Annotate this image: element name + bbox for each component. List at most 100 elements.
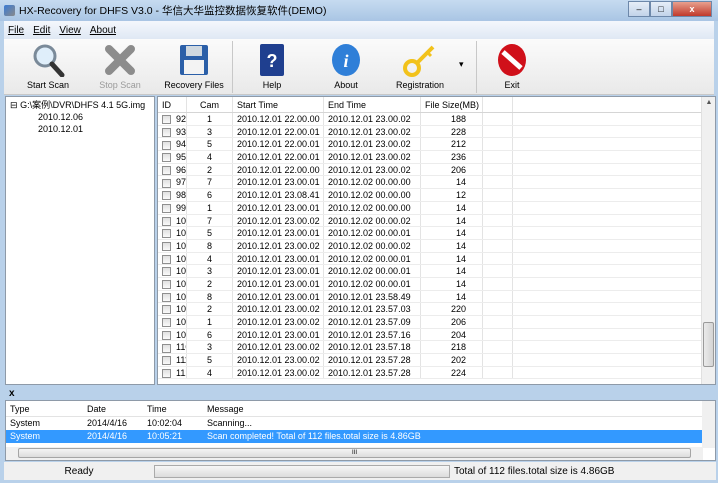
table-row[interactable]: 10812010.12.01 23.00.022010.12.01 23.57.… xyxy=(158,316,715,329)
tree-item[interactable]: 2010.12.01 xyxy=(10,123,150,135)
row-checkbox[interactable] xyxy=(162,178,171,188)
collapse-icon[interactable]: ⊟ xyxy=(10,100,18,110)
row-checkbox[interactable] xyxy=(162,267,171,277)
table-row[interactable]: 97 7 2010.12.01 23.00.01 2010.12.02 00.00.0… xyxy=(158,176,715,190)
log-row[interactable]: System 2014/4/16 10:05:21 Scan completed! T… xyxy=(6,430,703,443)
menu-file[interactable]: File xyxy=(8,25,24,36)
table-row[interactable]: 10432010.12.01 23.00.012010.12.02 00.00.… xyxy=(158,265,715,278)
table-row[interactable]: 96 2 2010.12.01 22.00.00 2010.12.01 23.00.0… xyxy=(158,163,715,177)
table-header: ID Cam Start Time End Time File Size(MB) xyxy=(158,97,715,113)
table-row[interactable]: 98 6 2010.12.01 23.08.41 2010.12.02 00.00.0… xyxy=(158,189,715,202)
cell: 2010.12.01 23.00.02 xyxy=(233,303,324,315)
log-col-type[interactable]: Type xyxy=(10,401,87,416)
table-row[interactable]: 11242010.12.01 23.00.022010.12.01 23.57.… xyxy=(158,366,715,380)
file-tree: ⊟ G:\案例\DVR\DHFS 4.1 5G.img 2010.12.06 2… xyxy=(5,96,155,385)
row-checkbox[interactable] xyxy=(162,318,171,328)
log-col-message[interactable]: Message xyxy=(207,401,677,416)
tree-item[interactable]: 2010.12.06 xyxy=(10,111,150,123)
log-row[interactable]: System 2014/4/16 10:02:04 Scanning... xyxy=(6,417,703,430)
start-scan-button[interactable]: Start Scan xyxy=(18,43,78,90)
row-checkbox[interactable] xyxy=(162,280,171,290)
help-button[interactable]: ? Help xyxy=(242,43,302,90)
cell: 2010.12.01 22.00.01 xyxy=(233,138,324,151)
row-checkbox[interactable] xyxy=(162,356,171,366)
table-row[interactable]: 11032010.12.01 23.00.022010.12.01 23.57.… xyxy=(158,341,715,355)
cell: 6 xyxy=(187,189,233,201)
table-row[interactable]: 10072010.12.01 23.00.022010.12.02 00.00.… xyxy=(158,214,715,228)
table-row[interactable]: 10722010.12.01 23.00.022010.12.01 23.57.… xyxy=(158,303,715,316)
col-start-time[interactable]: Start Time xyxy=(233,97,324,112)
scroll-thumb[interactable] xyxy=(703,322,714,367)
row-checkbox[interactable] xyxy=(162,140,171,150)
exit-button[interactable]: Exit xyxy=(482,43,542,90)
log-col-time[interactable]: Time xyxy=(147,401,207,416)
about-button[interactable]: i About xyxy=(316,43,376,90)
table-row[interactable]: 94 5 2010.12.01 22.00.01 2010.12.01 23.00.0… xyxy=(158,138,715,152)
table-row[interactable]: 10152010.12.01 23.00.012010.12.02 00.00.… xyxy=(158,227,715,240)
registration-dropdown-arrow[interactable]: ▾ xyxy=(459,59,464,70)
col-cam[interactable]: Cam xyxy=(187,97,233,112)
row-checkbox[interactable] xyxy=(162,254,171,264)
status-summary: Total of 112 files.total size is 4.86GB xyxy=(454,465,615,477)
row-checkbox[interactable] xyxy=(162,165,171,175)
row-checkbox[interactable] xyxy=(162,368,171,378)
menu-edit[interactable]: Edit xyxy=(33,25,50,36)
row-checkbox[interactable] xyxy=(162,191,171,201)
cell-id: 101 xyxy=(176,228,187,239)
cell-id: 111 xyxy=(176,355,186,366)
table-row[interactable]: 99 1 2010.12.01 23.00.01 2010.12.02 00.00.0… xyxy=(158,201,715,215)
table-row[interactable]: 10282010.12.01 23.00.022010.12.02 00.00.… xyxy=(158,239,715,253)
cell: 212 xyxy=(421,138,483,151)
menu-about[interactable]: About xyxy=(90,25,116,36)
close-button[interactable]: x xyxy=(672,1,712,17)
col-end-time[interactable]: End Time xyxy=(324,97,421,112)
cell: 14 xyxy=(421,265,483,277)
cell: 2010.12.01 23.57.16 xyxy=(324,328,421,341)
stop-scan-button[interactable]: Stop Scan xyxy=(90,43,150,90)
recovery-files-button[interactable]: Recovery Files xyxy=(164,43,224,90)
row-checkbox[interactable] xyxy=(162,115,171,125)
row-checkbox[interactable] xyxy=(162,343,171,353)
cell-id: 94 xyxy=(176,139,187,150)
log-vertical-scrollbar[interactable] xyxy=(702,401,715,448)
row-checkbox[interactable] xyxy=(162,229,171,239)
table-row[interactable]: 10342010.12.01 23.00.012010.12.02 00.00.… xyxy=(158,252,715,266)
col-file-size[interactable]: File Size(MB) xyxy=(421,97,483,112)
registration-button[interactable]: Registration xyxy=(390,43,450,90)
row-checkbox[interactable] xyxy=(162,127,171,137)
cell: 2010.12.01 23.57.09 xyxy=(324,316,421,328)
table-row[interactable]: 10682010.12.01 23.00.012010.12.01 23.58.… xyxy=(158,290,715,304)
cell-id: 95 xyxy=(176,152,187,163)
cell: 2010.12.01 23.57.28 xyxy=(324,366,421,379)
table-vertical-scrollbar[interactable]: ▲ xyxy=(701,97,715,384)
table-row[interactable]: 95 4 2010.12.01 22.00.01 2010.12.01 23.00.0… xyxy=(158,151,715,164)
table-row[interactable]: 11152010.12.01 23.00.022010.12.01 23.57.… xyxy=(158,354,715,367)
cell: 2010.12.01 23.00.01 xyxy=(233,328,324,341)
log-close-button[interactable]: x xyxy=(9,388,15,399)
log-col-date[interactable]: Date xyxy=(87,401,147,416)
row-checkbox[interactable] xyxy=(162,292,171,302)
row-checkbox[interactable] xyxy=(162,203,171,213)
row-checkbox[interactable] xyxy=(162,305,171,315)
cell: 2010.12.01 23.58.49 xyxy=(324,290,421,303)
row-checkbox[interactable] xyxy=(162,216,171,226)
menu-view[interactable]: View xyxy=(59,25,81,36)
cell: 2010.12.01 22.00.01 xyxy=(233,151,324,163)
log-horizontal-scrollbar[interactable]: III xyxy=(6,447,703,460)
cell: 2010.12.01 23.00.02 xyxy=(324,125,421,138)
cell: 2010.12.02 00.00.02 xyxy=(324,239,421,252)
table-row[interactable]: 93 3 2010.12.01 22.00.01 2010.12.01 23.00.0… xyxy=(158,125,715,139)
tree-root[interactable]: ⊟ G:\案例\DVR\DHFS 4.1 5G.img xyxy=(10,99,150,111)
row-checkbox[interactable] xyxy=(162,330,171,340)
minimize-button[interactable]: – xyxy=(628,1,650,17)
cell: 14 xyxy=(421,290,483,303)
row-checkbox[interactable] xyxy=(162,153,171,163)
toolbar: Start Scan Stop Scan Recovery Files ? He… xyxy=(4,39,714,95)
maximize-button[interactable]: □ xyxy=(650,1,672,17)
table-row[interactable]: 92 1 2010.12.01 22.00.00 2010.12.01 23.00.0… xyxy=(158,113,715,126)
row-checkbox[interactable] xyxy=(162,242,171,251)
col-id[interactable]: ID xyxy=(158,97,187,112)
table-row[interactable]: 10962010.12.01 23.00.012010.12.01 23.57.… xyxy=(158,328,715,342)
table-row[interactable]: 10522010.12.01 23.00.012010.12.02 00.00.… xyxy=(158,277,715,291)
cell: 236 xyxy=(421,151,483,163)
